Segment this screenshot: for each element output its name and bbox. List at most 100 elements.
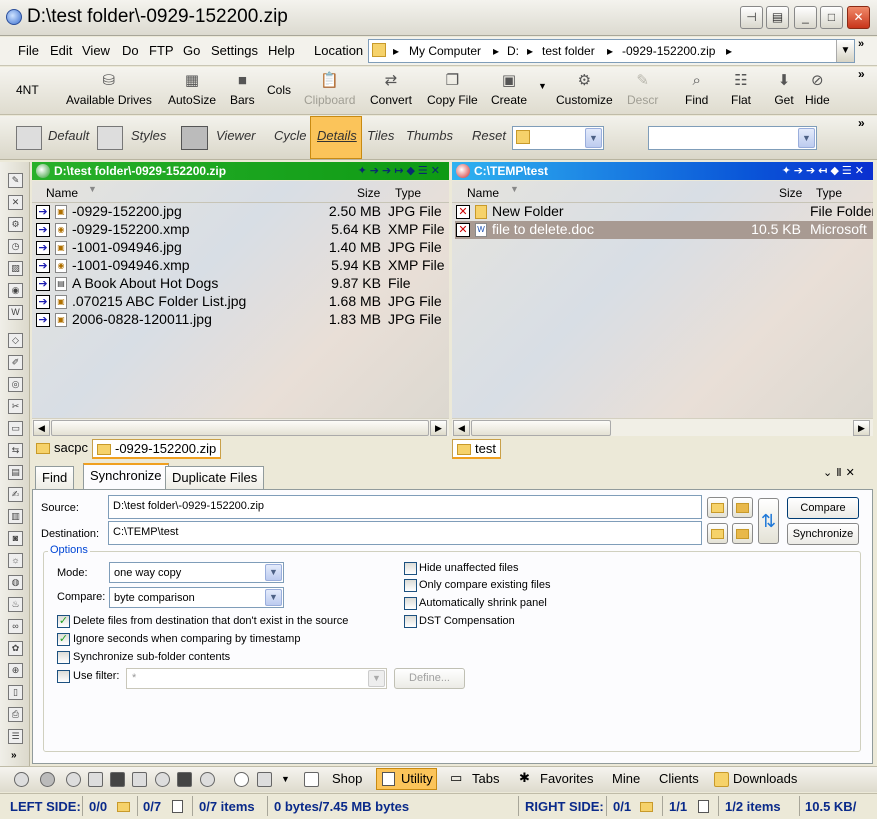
strip-overflow-icon[interactable]: » xyxy=(11,750,17,761)
bars-button[interactable]: ■ Bars xyxy=(230,71,255,107)
scroll-thumb[interactable] xyxy=(51,420,429,436)
menu-help[interactable]: Help xyxy=(268,43,295,58)
disc-icon[interactable]: ◎ xyxy=(8,377,23,392)
sun-icon[interactable]: ☼ xyxy=(8,553,23,568)
scroll-right-icon[interactable]: ▶ xyxy=(853,420,870,436)
default-view-icon[interactable] xyxy=(16,126,42,150)
app-icon[interactable] xyxy=(6,9,22,25)
swap-paths-icon[interactable]: ⇅ xyxy=(758,498,779,544)
tiles-button[interactable]: Tiles xyxy=(367,128,394,143)
ignore-seconds-checkbox[interactable]: ✓ xyxy=(57,633,70,646)
music-file-icon[interactable] xyxy=(88,772,103,787)
printer-icon[interactable]: ⎙ xyxy=(8,707,23,722)
available-drives-button[interactable]: ⛁ Available Drives xyxy=(66,71,152,107)
globe-icon[interactable] xyxy=(200,772,215,787)
menu-view[interactable]: View xyxy=(82,43,110,58)
viewbar-overflow-icon[interactable]: » xyxy=(858,116,865,130)
menu-ftp[interactable]: FTP xyxy=(149,43,174,58)
styles-button[interactable]: Styles xyxy=(131,128,166,143)
panel-controls-icon[interactable]: ⌄Ⅱ✕ xyxy=(823,466,859,479)
shrink-panel-checkbox[interactable] xyxy=(404,597,417,610)
chevron-down-icon[interactable]: ▼ xyxy=(585,128,602,148)
gear-icon[interactable]: ⚙ xyxy=(8,217,23,232)
book-icon[interactable]: ▯ xyxy=(8,685,23,700)
location-segment[interactable]: test folder xyxy=(542,44,595,58)
folder-tab-test[interactable]: test xyxy=(452,439,501,459)
table-row[interactable]: ➔ ▣ .070215 ABC Folder List.jpg 1.68 MB J… xyxy=(36,293,446,311)
menu-settings[interactable]: Settings xyxy=(211,43,258,58)
table-row[interactable]: ➔ ▣ -0929-152200.jpg 2.50 MB JPG File xyxy=(36,203,446,221)
left-pane-header[interactable]: D:\test folder\-0929-152200.zip ✦➔➔↦◆☰✕ xyxy=(32,162,449,180)
network-icon[interactable] xyxy=(14,772,29,787)
viewer-icon[interactable] xyxy=(181,126,208,150)
image-icon[interactable]: ▨ xyxy=(8,261,23,276)
chevron-down-icon[interactable]: ▼ xyxy=(265,589,282,606)
location-segment[interactable]: -0929-152200.zip xyxy=(622,44,715,58)
checkbox-cross-icon[interactable]: ✕ xyxy=(456,205,470,219)
right-horizontal-scrollbar[interactable]: ◀ ▶ xyxy=(452,418,873,436)
table-row[interactable]: ➔ ▣ 2006-0828-120011.jpg 1.83 MB JPG File xyxy=(36,311,446,329)
hide-unaffected-checkbox[interactable] xyxy=(404,562,417,575)
checkbox-arrow-icon[interactable]: ➔ xyxy=(36,277,50,291)
pane-nav-controls-icon[interactable]: ✦➔➔↦◆☰✕ xyxy=(358,162,443,180)
close-button[interactable]: ✕ xyxy=(847,6,870,29)
checkbox-cross-icon[interactable]: ✕ xyxy=(456,223,470,237)
chevron-down-icon[interactable]: ▼ xyxy=(798,128,815,148)
refresh-link-icon[interactable] xyxy=(155,772,170,787)
location-segment[interactable]: D: xyxy=(507,44,519,58)
only-existing-checkbox[interactable] xyxy=(404,579,417,592)
define-button[interactable]: Define... xyxy=(394,668,465,689)
details-view-button[interactable]: Details xyxy=(310,116,362,159)
checkbox-arrow-icon[interactable]: ➔ xyxy=(36,205,50,219)
mine-button[interactable]: Mine xyxy=(612,771,640,786)
compare-select[interactable]: byte comparison ▼ xyxy=(109,587,284,608)
clock-icon[interactable]: ◷ xyxy=(8,239,23,254)
autosize-button[interactable]: ▦ AutoSize xyxy=(168,71,216,107)
cols-button[interactable]: Cols xyxy=(267,83,291,97)
brush-icon[interactable]: ✍ xyxy=(8,487,23,502)
right-pane-header[interactable]: C:\TEMP\test ✦➔➔↤◆☰✕ xyxy=(452,162,873,180)
find-button[interactable]: ⌕ Find xyxy=(685,71,708,107)
table-row[interactable]: ✕ New Folder File Folder xyxy=(456,203,873,221)
flower-icon[interactable]: ✿ xyxy=(8,641,23,656)
camera-icon[interactable]: ◙ xyxy=(8,531,23,546)
synchronize-button[interactable]: Synchronize xyxy=(787,523,859,545)
mode-select[interactable]: one way copy ▼ xyxy=(109,562,284,583)
subfolder-checkbox[interactable] xyxy=(57,651,70,664)
menu-file[interactable]: File xyxy=(18,43,39,58)
get-button[interactable]: ⬇ Get xyxy=(774,71,794,107)
cycle-button[interactable]: Cycle xyxy=(274,128,307,143)
chevron-down-icon[interactable]: ▼ xyxy=(281,774,290,784)
table-row[interactable]: ➔ ▤ A Book About Hot Dogs 9.87 KB File xyxy=(36,275,446,293)
tab-duplicate-files[interactable]: Duplicate Files xyxy=(165,466,265,489)
restore-layout-icon[interactable]: ▤ xyxy=(766,6,789,29)
flame-icon[interactable]: ♨ xyxy=(8,597,23,612)
palette-icon[interactable]: ◉ xyxy=(8,283,23,298)
tab-find[interactable]: Find xyxy=(35,466,75,489)
apple-icon[interactable] xyxy=(66,772,81,787)
document-icon[interactable]: ▤ xyxy=(8,465,23,480)
flat-button[interactable]: ☷ Flat xyxy=(731,71,751,107)
location-bar[interactable]: ▸ My Computer ▸ D: ▸ test folder ▸ -0929… xyxy=(368,39,855,63)
shop-button[interactable]: Shop xyxy=(332,771,362,786)
photoshop-icon[interactable] xyxy=(177,772,192,787)
utility-button[interactable]: Utility xyxy=(376,768,437,790)
plus-box-icon[interactable] xyxy=(132,772,147,787)
arrows-icon[interactable]: ⇆ xyxy=(8,443,23,458)
table-row[interactable]: ➔ ◉ -1001-094946.xmp 5.94 KB XMP File xyxy=(36,257,446,275)
menu-go[interactable]: Go xyxy=(183,43,200,58)
compare-button[interactable]: Compare xyxy=(787,497,859,519)
checkbox-arrow-icon[interactable]: ➔ xyxy=(36,295,50,309)
toolbar-overflow-icon[interactable]: » xyxy=(858,67,865,81)
customize-button[interactable]: ⚙ Customize xyxy=(556,71,613,107)
menu-do[interactable]: Do xyxy=(122,43,139,58)
dst-checkbox[interactable] xyxy=(404,615,417,628)
hide-button[interactable]: ⊘ Hide xyxy=(805,71,830,107)
create-button[interactable]: ▣ Create xyxy=(491,71,527,107)
tab-synchronize[interactable]: Synchronize xyxy=(83,463,169,490)
edit-image-icon[interactable]: ✐ xyxy=(8,355,23,370)
stack-icon[interactable]: ☰ xyxy=(8,729,23,744)
checkbox-arrow-icon[interactable]: ➔ xyxy=(36,259,50,273)
globe-icon[interactable]: ◍ xyxy=(8,575,23,590)
eraser-icon[interactable]: ◇ xyxy=(8,333,23,348)
